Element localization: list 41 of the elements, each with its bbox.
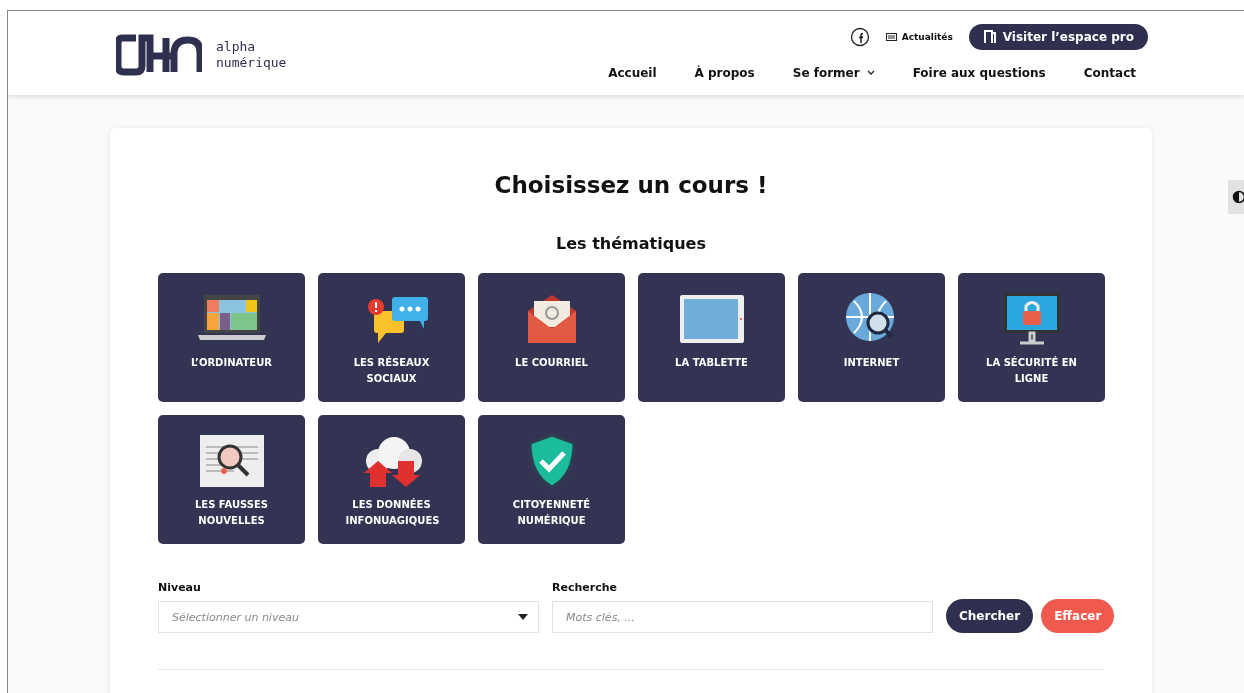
theme-tile[interactable]: LES RÉSEAUX SOCIAUX [318, 273, 465, 402]
theme-tile[interactable]: CITOYENNETÉ NUMÉRIQUE [478, 415, 625, 544]
contrast-toggle[interactable] [1228, 180, 1244, 214]
monitor-lock-icon [1003, 293, 1060, 345]
nav-link[interactable]: Contact [1083, 66, 1136, 80]
level-select[interactable]: Sélectionner un niveau [158, 601, 539, 633]
envelope-icon [527, 295, 576, 343]
globe-magnifier-icon [844, 292, 895, 342]
news-link[interactable]: Actualités [885, 32, 953, 42]
theme-tile[interactable]: LES FAUSSES NOUVELLES [158, 415, 305, 544]
theme-tile[interactable]: LE COURRIEL [478, 273, 625, 402]
theme-tile[interactable]: LA TABLETTE [638, 273, 785, 402]
field-label: Recherche [552, 581, 618, 594]
section-title: Les thématiques [555, 234, 707, 253]
search-field[interactable]: Mots clés, ... [552, 601, 933, 633]
theme-tile[interactable]: INTERNET [798, 273, 945, 402]
logo-icon[interactable] [116, 34, 202, 76]
nav-link[interactable]: Accueil [608, 66, 657, 80]
theme-tile[interactable]: LA SÉCURITÉ EN LIGNE [958, 273, 1105, 402]
contrast-icon [1232, 190, 1244, 204]
nav-link[interactable]: Foire aux questions [912, 66, 1046, 80]
page-title: Choisissez un cours ! [493, 172, 769, 198]
nav-link[interactable]: À propos [694, 66, 755, 80]
search-button[interactable]: Chercher [946, 599, 1034, 633]
nav-link[interactable]: Se former [792, 66, 875, 80]
chevron-icon [866, 70, 875, 76]
door-icon [982, 30, 997, 44]
field-label: Niveau [158, 581, 202, 594]
caret-icon [518, 614, 528, 620]
theme-tile[interactable]: LES DONNÉES INFONUAGIQUES [318, 415, 465, 544]
newspaper-magnifier-icon [199, 435, 264, 487]
newspaper-icon [885, 33, 897, 41]
facebook-icon[interactable] [849, 27, 870, 47]
theme-tile[interactable]: L’ORDINATEUR [158, 273, 305, 402]
tablet-icon [679, 295, 744, 343]
logo-text[interactable]: alpha numérique [216, 39, 302, 71]
laptop-icon [197, 295, 266, 340]
pro-space-button[interactable]: Visiter l’espace pro [968, 24, 1148, 50]
cloud-arrows-icon [363, 437, 422, 487]
shield-check-icon [528, 433, 575, 489]
chat-bubbles-icon [367, 297, 428, 343]
